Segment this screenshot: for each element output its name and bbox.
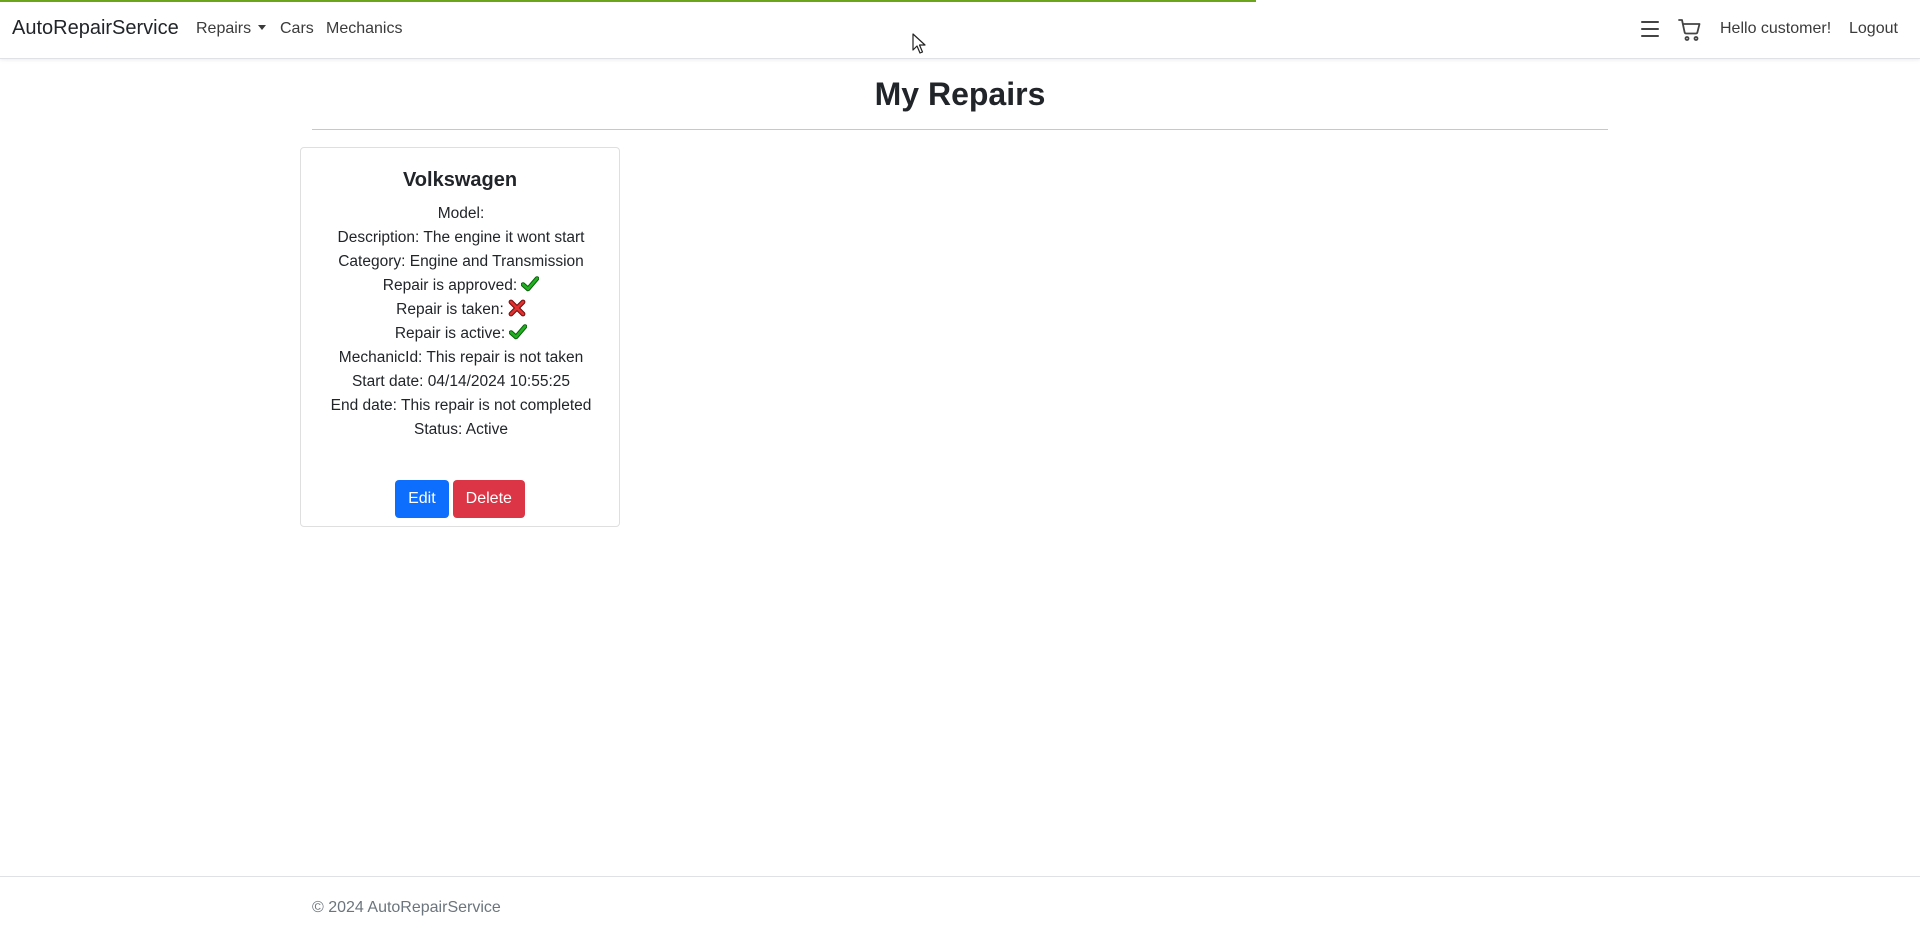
repair-card-actions: Edit Delete [301,480,619,518]
repair-approved-label: Repair is approved: [382,277,518,294]
repair-status: Status: Active [414,421,508,438]
footer-copyright: © 2024 AutoRepairService [312,899,501,916]
caret-down-icon [258,25,267,30]
cart-icon[interactable] [1678,18,1702,42]
cross-icon [508,299,526,317]
brand-link[interactable]: AutoRepairService [12,17,179,40]
nav-repairs-label: Repairs [196,20,252,37]
repair-mechanic: MechanicId: This repair is not taken [338,349,584,366]
repair-end-date: End date: This repair is not completed [330,397,592,414]
repair-start-date: Start date: 04/14/2024 10:55:25 [351,373,571,390]
repair-card-make: Volkswagen [402,169,518,191]
mouse-cursor-icon [912,33,926,54]
repair-approved-row: Repair is approved: [321,274,601,298]
repair-card-details: Model: Description: The engine it wont s… [321,202,601,442]
repair-taken-row: Repair is taken: [321,298,601,322]
nav-repairs-dropdown[interactable]: Repairs [196,20,267,38]
logout-link[interactable]: Logout [1849,20,1898,38]
user-greeting-link[interactable]: Hello customer! [1720,20,1831,38]
page-title: My Repairs [874,76,1046,112]
nav-cars-link[interactable]: Cars [280,20,314,38]
repair-active-label: Repair is active: [394,325,506,342]
page-footer: © 2024 AutoRepairService [0,876,1920,937]
page-load-progress-bar [0,0,1256,2]
check-icon [521,276,540,292]
menu-icon[interactable] [1641,21,1659,37]
check-icon [509,324,528,340]
repair-taken-label: Repair is taken: [396,301,504,318]
top-navbar: AutoRepairService Repairs Cars Mechanics… [0,0,1920,59]
nav-mechanics-link[interactable]: Mechanics [326,20,402,38]
repair-description: Description: The engine it wont start [337,229,585,246]
repair-card: Volkswagen Model: Description: The engin… [300,147,620,527]
delete-button[interactable]: Delete [452,480,525,518]
edit-button[interactable]: Edit [395,480,449,518]
repair-active-row: Repair is active: [321,322,601,346]
repair-category: Category: Engine and Transmission [338,253,584,270]
repair-model: Model: [437,205,485,222]
title-divider [312,129,1608,130]
